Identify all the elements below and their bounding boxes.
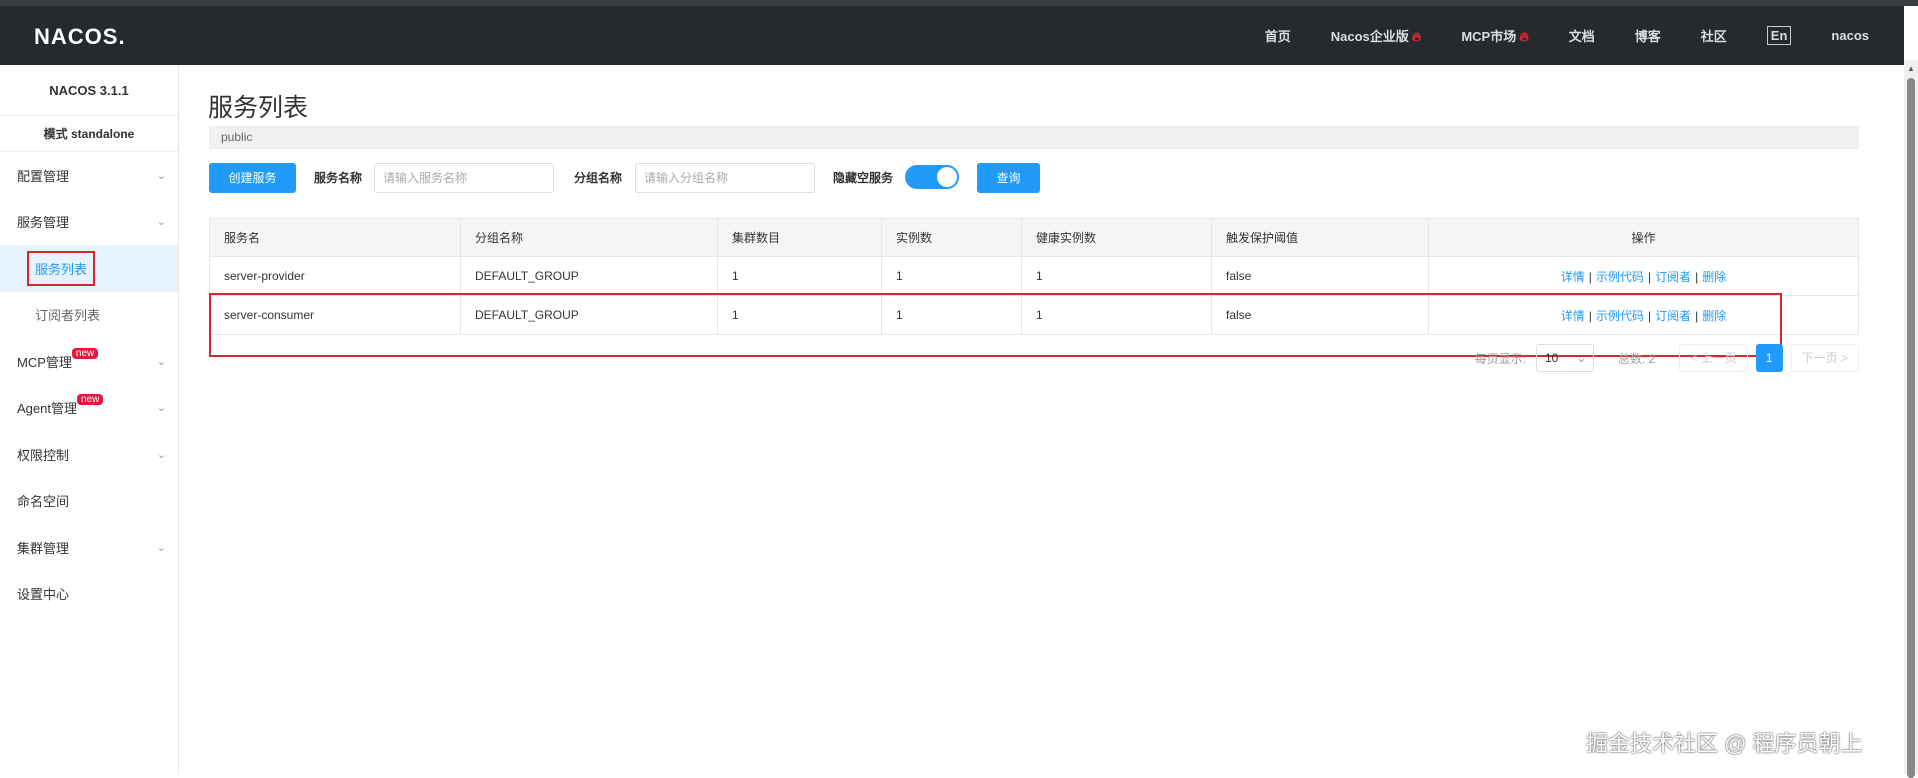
cell-protect-threshold: false [1211, 256, 1429, 296]
per-page-label: 每页显示: [1474, 351, 1526, 366]
nav-enterprise[interactable]: Nacos企业版 🔥︎ [1331, 26, 1422, 45]
chevron-down-icon: ⌄ [156, 169, 166, 182]
user-menu[interactable]: nacos [1831, 28, 1869, 43]
next-page-button[interactable]: 下一页 > [1790, 344, 1859, 372]
page-1-button[interactable]: 1 [1755, 344, 1783, 372]
col-actions: 操作 [1428, 218, 1859, 257]
namespace-bar: public [209, 126, 1859, 149]
fire-icon: 🔥︎ [1519, 29, 1529, 44]
per-page-value: 10 [1544, 351, 1559, 365]
hide-empty-label: 隐藏空服务 [833, 171, 894, 185]
sidebar-item-label: 服务列表 [26, 250, 96, 286]
sidebar-item-label: 命名空间 [17, 494, 70, 510]
sidebar-item-label: 权限控制 [17, 447, 70, 463]
chevron-down-icon: ⌄ [1576, 351, 1587, 365]
sidebar-item-permissions[interactable]: 权限控制 ⌄ [0, 431, 178, 478]
nav-label: Nacos企业版 [1330, 29, 1409, 44]
separator: | [1588, 269, 1592, 284]
nacos-logo[interactable]: NACOS. [34, 24, 126, 50]
delete-link[interactable]: 删除 [1702, 270, 1726, 284]
scroll-up-icon[interactable]: ▲ [1907, 64, 1915, 73]
separator: | [1647, 269, 1652, 284]
mode-label: 模式 standalone [0, 116, 178, 152]
cell-healthy-count: 1 [1021, 256, 1212, 296]
total-count: 总数: 2 [1617, 351, 1656, 366]
sidebar-item-subscribers[interactable]: 订阅者列表 [0, 292, 178, 339]
top-nav: 首页 Nacos企业版 🔥︎ MCP市场 🔥︎ 文档 博客 社区 En nacos [1265, 6, 1869, 65]
sidebar-item-label: 服务管理 [17, 215, 70, 231]
separator: | [1695, 269, 1699, 284]
sidebar-item-service-list[interactable]: 服务列表 [0, 245, 178, 292]
new-badge: new [71, 347, 99, 359]
col-clusters: 集群数目 [717, 218, 882, 257]
new-badge: new [76, 394, 104, 406]
col-protect-threshold: 触发保护阈值 [1211, 218, 1429, 257]
group-name-label: 分组名称 [574, 171, 623, 185]
service-name-input[interactable]: 请输入服务名称 [374, 163, 554, 193]
sidebar-item-config[interactable]: 配置管理 ⌄ [0, 152, 178, 199]
language-toggle[interactable]: En [1766, 26, 1792, 45]
service-name-label: 服务名称 [314, 171, 363, 185]
nav-community[interactable]: 社区 [1701, 26, 1727, 45]
nav-mcp-market[interactable]: MCP市场 🔥︎ [1461, 26, 1528, 45]
sidebar-item-service[interactable]: 服务管理 ⌄ [0, 199, 178, 246]
sidebar-item-namespace[interactable]: 命名空间 [0, 478, 178, 525]
group-name-input[interactable]: 请输入分组名称 [635, 163, 815, 193]
nav-docs[interactable]: 文档 [1569, 26, 1595, 45]
col-service-name: 服务名 [209, 218, 461, 257]
toggle-knob [937, 167, 957, 187]
version-label: NACOS 3.1.1 [0, 65, 178, 116]
query-button[interactable]: 查询 [977, 163, 1040, 193]
fire-icon: 🔥︎ [1411, 29, 1422, 44]
nav-blog[interactable]: 博客 [1635, 26, 1661, 45]
watermark: 掘金技术社区 @ 程序员朝上 [1586, 731, 1863, 756]
chevron-down-icon: ⌄ [156, 448, 166, 461]
hide-empty-toggle[interactable] [905, 165, 959, 189]
chevron-down-icon: ⌄ [156, 355, 166, 368]
chevron-down-icon: ⌄ [156, 216, 166, 229]
subscribers-link[interactable]: 订阅者 [1655, 270, 1691, 284]
table-header-row: 服务名 分组名称 集群数目 实例数 健康实例数 触发保护阈值 操作 [209, 218, 1859, 257]
nav-home[interactable]: 首页 [1265, 26, 1291, 45]
col-healthy: 健康实例数 [1021, 218, 1212, 257]
cell-service-name: server-provider [209, 256, 461, 296]
top-header: NACOS. 首页 Nacos企业版 🔥︎ MCP市场 🔥︎ 文档 博客 社区 En… [0, 6, 1904, 65]
col-instances: 实例数 [881, 218, 1022, 257]
sidebar-item-label: 订阅者列表 [35, 308, 101, 324]
sidebar-item-cluster[interactable]: 集群管理 ⌄ [0, 524, 178, 571]
sample-code-link[interactable]: 示例代码 [1596, 270, 1644, 284]
nav-label: MCP市场 [1461, 29, 1517, 44]
cell-group-name: DEFAULT_GROUP [460, 256, 718, 296]
sidebar-item-label: 配置管理 [17, 168, 70, 184]
page-scrollbar[interactable]: ▲ [1904, 60, 1918, 778]
details-link[interactable]: 详情 [1561, 270, 1585, 284]
cell-actions: 详情 | 示例代码 | 订阅者 | 删除 [1428, 256, 1859, 296]
create-service-button[interactable]: 创建服务 [209, 163, 296, 193]
cell-cluster-count: 1 [717, 256, 882, 296]
sidebar-item-agent[interactable]: Agent管理 new ⌄ [0, 385, 178, 432]
pagination: 每页显示: 10 ⌄ 总数: 2 < 上一页 1 下一页 > [1475, 344, 1859, 372]
per-page-select[interactable]: 10 ⌄ [1535, 344, 1594, 372]
col-group: 分组名称 [460, 218, 718, 257]
prev-page-button[interactable]: < 上一页 [1679, 344, 1748, 372]
chevron-down-icon: ⌄ [156, 402, 166, 415]
sidebar-item-label: Agent管理 [17, 401, 77, 417]
scrollbar-thumb[interactable] [1907, 78, 1915, 778]
page-title: 服务列表 [208, 94, 309, 122]
sidebar-item-label: MCP管理 [17, 354, 72, 370]
sidebar-item-label: 设置中心 [17, 587, 70, 603]
table-row: server-provider DEFAULT_GROUP 1 1 1 false 详情 | 示… [209, 256, 1859, 296]
chevron-down-icon: ⌄ [156, 541, 166, 554]
sidebar-item-settings[interactable]: 设置中心 [0, 571, 178, 618]
sidebar-item-mcp[interactable]: MCP管理 new ⌄ [0, 338, 178, 385]
cell-instance-count: 1 [881, 256, 1022, 296]
sidebar: NACOS 3.1.1 模式 standalone 配置管理 ⌄ 服务管理 ⌄ 服务… [0, 65, 179, 774]
sidebar-item-label: 集群管理 [17, 540, 70, 556]
